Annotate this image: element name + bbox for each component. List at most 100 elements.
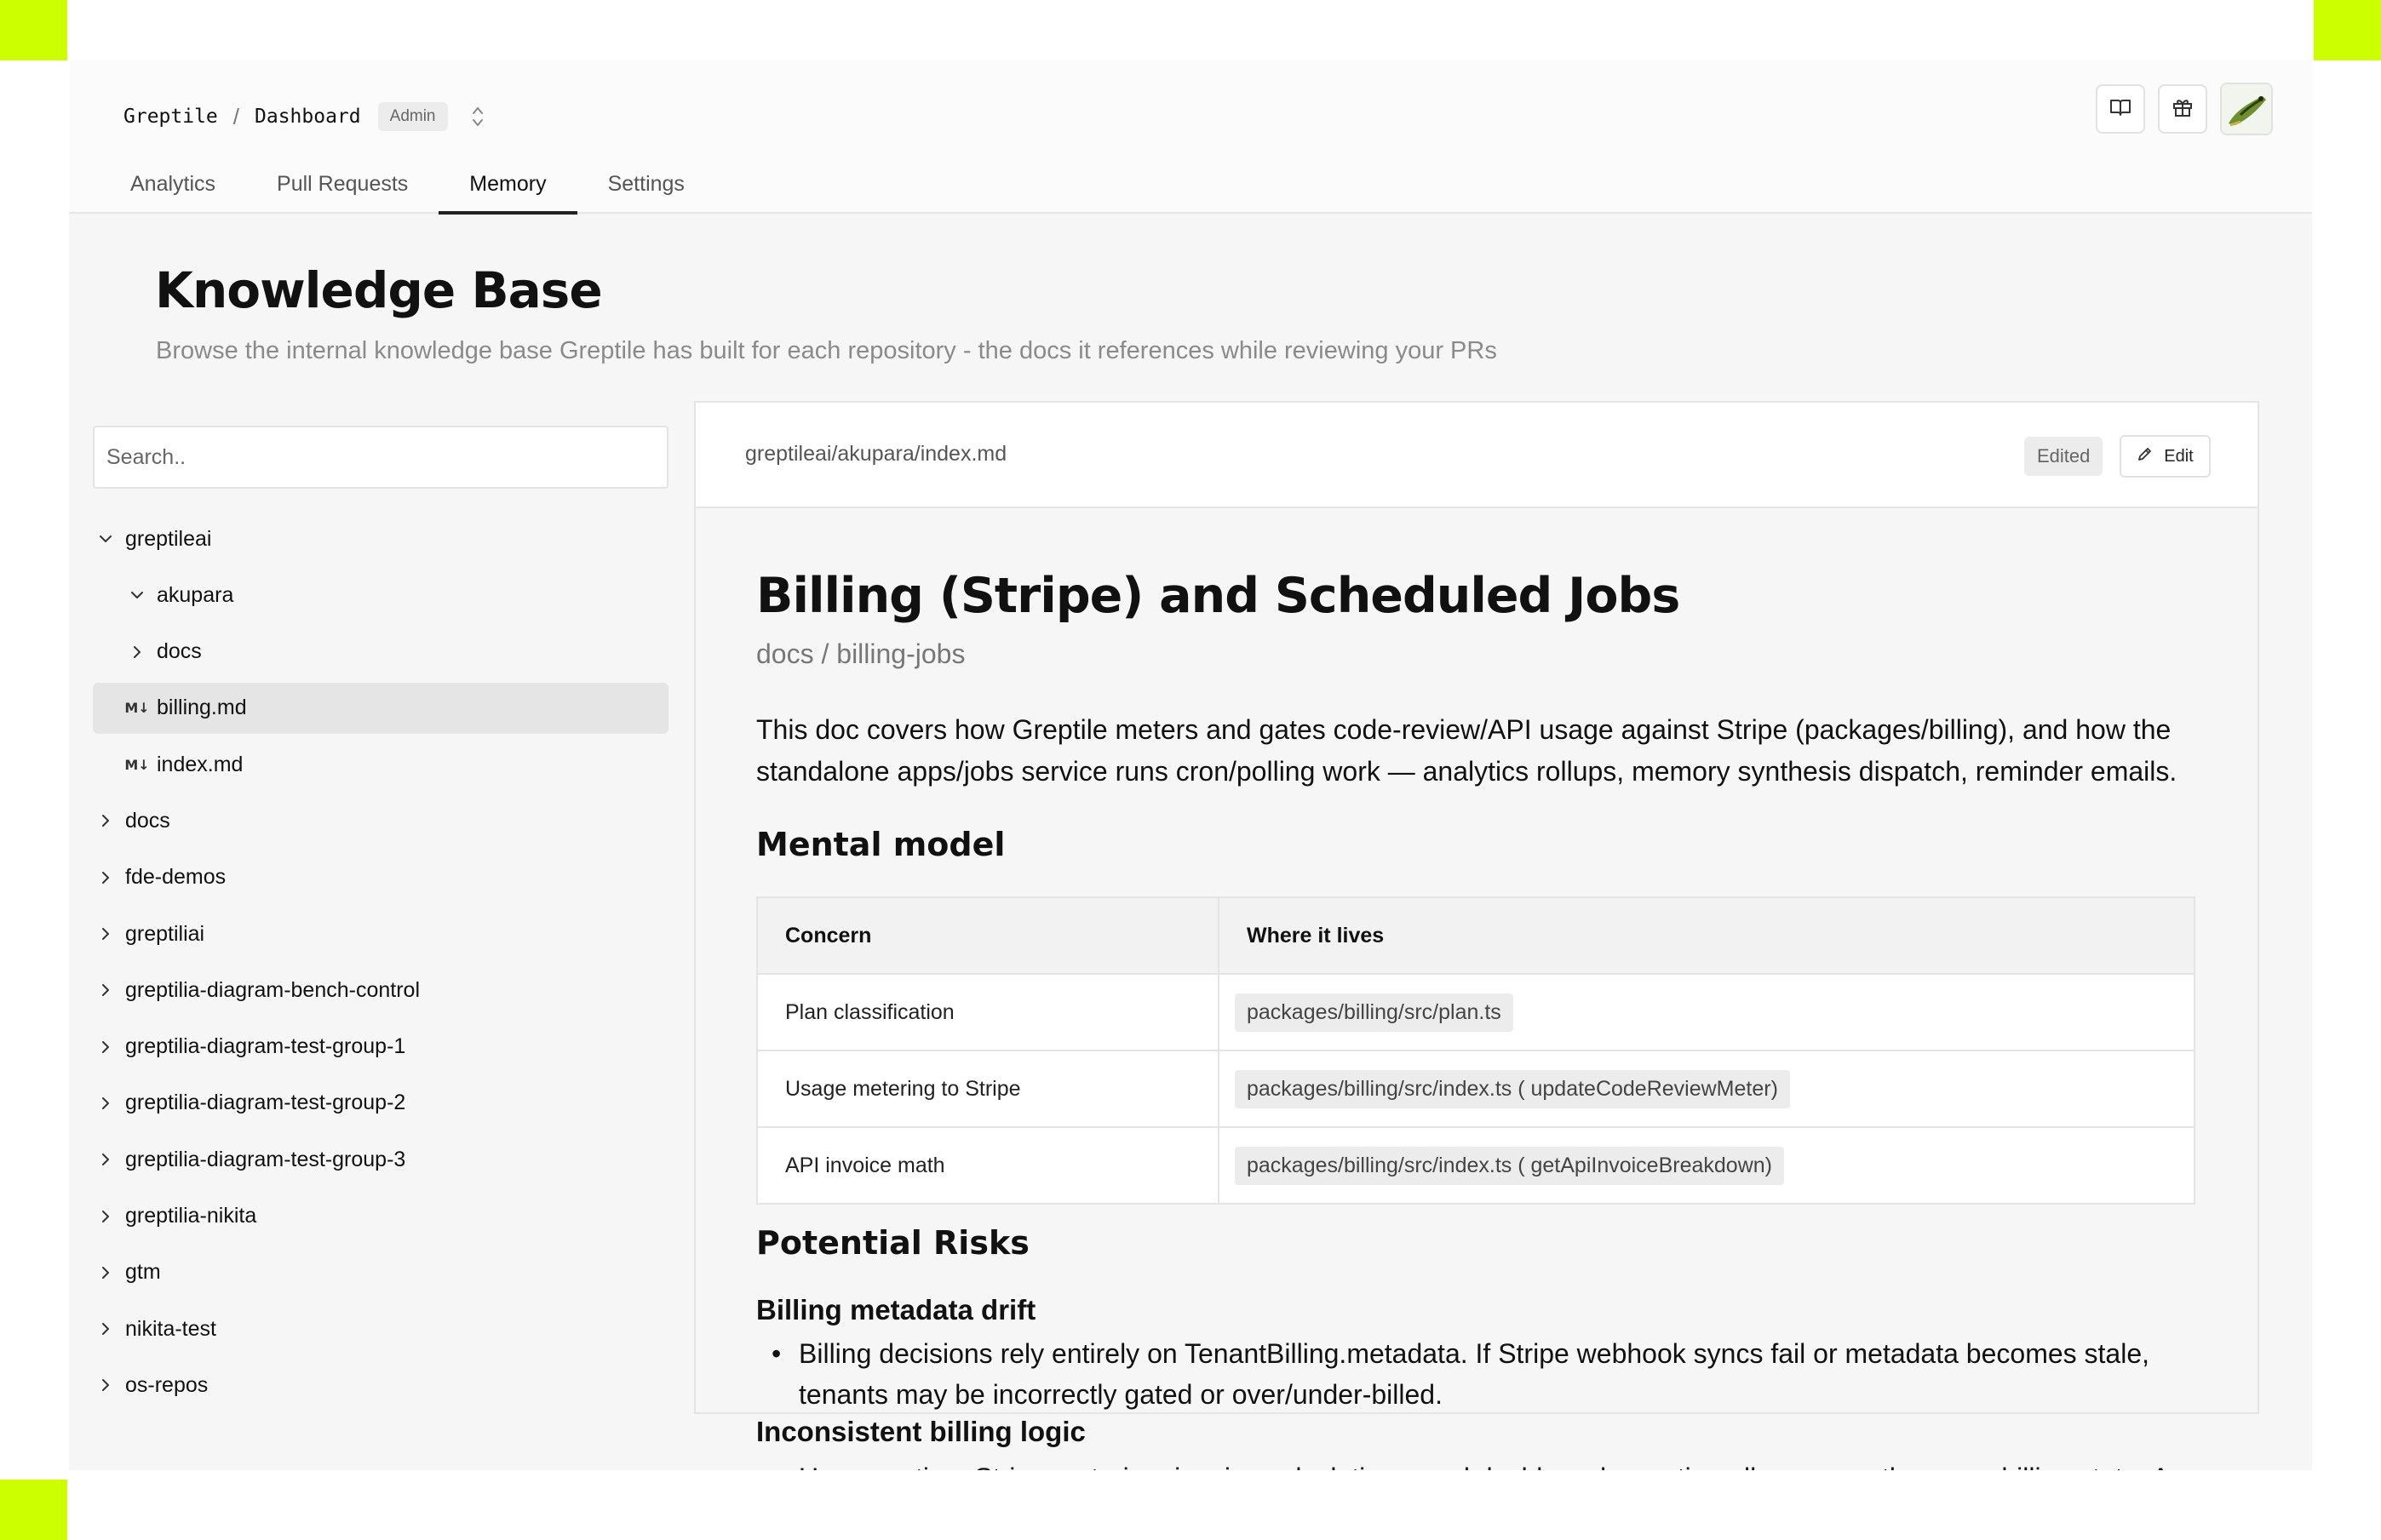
tree-folder-greptilia-diagram-test-group-1[interactable]: greptilia-diagram-test-group-1	[93, 1022, 668, 1073]
avatar[interactable]	[2220, 83, 2273, 135]
tree-folder-greptileai[interactable]: greptileai	[93, 513, 668, 564]
risk-title-metadata-drift: Billing metadata drift	[756, 1294, 1036, 1325]
table-cell-location: packages/billing/src/index.ts ( updateCo…	[1218, 1050, 2195, 1128]
chevron-right-icon	[93, 1316, 118, 1342]
workspace-switcher-icon[interactable]	[467, 100, 489, 134]
table-cell-concern: API invoice math	[756, 1126, 1219, 1205]
tree-file-billing-md[interactable]: M↓ billing.md	[93, 682, 668, 734]
chevron-right-icon	[93, 977, 118, 1003]
admin-badge: Admin	[377, 102, 448, 131]
tree-folder-docs[interactable]: docs	[93, 795, 668, 846]
tree-folder-greptilia-diagram-test-group-2[interactable]: greptilia-diagram-test-group-2	[93, 1078, 668, 1129]
mental-model-table: Concern Where it lives Plan classificati…	[756, 896, 2195, 1205]
risk-title-inconsistent-logic: Inconsistent billing logic	[756, 1416, 1086, 1447]
document-title: Billing (Stripe) and Scheduled Jobs	[756, 568, 1680, 624]
tree-file-index-md[interactable]: M↓ index.md	[93, 739, 668, 790]
gift-icon	[2171, 95, 2195, 123]
table-header-row: Concern Where it lives	[756, 896, 2195, 975]
table-row: Plan classification packages/billing/src…	[756, 973, 2195, 1051]
chevron-right-icon	[124, 639, 150, 665]
tree-folder-os-repos[interactable]: os-repos	[93, 1360, 668, 1411]
chevron-right-icon	[93, 865, 118, 890]
section-heading-mental-model: Mental model	[756, 826, 1006, 863]
tree-item-label: greptilia-diagram-test-group-1	[125, 1034, 406, 1059]
code-snippet: packages/billing/src/plan.ts	[1235, 993, 1513, 1032]
code-snippet: packages/billing/src/index.ts ( getApiIn…	[1235, 1146, 1784, 1185]
chevron-down-icon	[93, 526, 118, 552]
tree-item-label: akupara	[157, 582, 234, 607]
table-row: API invoice math packages/billing/src/in…	[756, 1126, 2195, 1205]
gift-button[interactable]	[2158, 84, 2207, 134]
tree-item-label: fde-demos	[125, 865, 227, 890]
edit-button[interactable]: Edit	[2120, 435, 2211, 478]
repo-sidebar: greptileai akupara docs M↓ billing.md M↓…	[69, 401, 694, 1470]
document-subtitle: docs / billing-jobs	[756, 638, 966, 669]
markdown-icon: M↓	[124, 700, 150, 717]
dashboard-link[interactable]: Dashboard	[255, 106, 361, 128]
chevron-right-icon	[93, 1260, 118, 1285]
tree-folder-greptilia-diagram-bench-control[interactable]: greptilia-diagram-bench-control	[93, 965, 668, 1016]
tree-folder-greptilia-diagram-test-group-3[interactable]: greptilia-diagram-test-group-3	[93, 1134, 668, 1185]
table-cell-location: packages/billing/src/index.ts ( getApiIn…	[1218, 1126, 2195, 1205]
chevron-right-icon	[93, 808, 118, 833]
edited-badge: Edited	[2024, 437, 2103, 476]
risk-bullet: Usage gating, Stripe metering, invoice c…	[772, 1457, 2195, 1470]
document-intro: This doc covers how Greptile meters and …	[756, 714, 2177, 787]
top-header: Greptile / Dashboard Admin Analytics Pul…	[69, 60, 2312, 215]
page-title: Knowledge Base	[155, 261, 603, 319]
chevron-right-icon	[93, 921, 118, 947]
table-header-concern: Concern	[756, 896, 1219, 975]
section-heading-potential-risks: Potential Risks	[756, 1224, 1030, 1262]
page-subtitle: Browse the internal knowledge base Grept…	[156, 337, 1497, 364]
tree-item-label: index.md	[157, 752, 244, 776]
tree-folder-fde-demos[interactable]: fde-demos	[93, 852, 668, 903]
tree-item-label: docs	[125, 808, 170, 833]
docs-button[interactable]	[2096, 84, 2145, 134]
chevron-right-icon	[93, 1091, 118, 1116]
chevron-right-icon	[93, 1204, 118, 1229]
document-body: Billing (Stripe) and Scheduled Jobs docs…	[756, 562, 2204, 1470]
tab-analytics[interactable]: Analytics	[100, 154, 246, 214]
tree-item-label: docs	[157, 639, 202, 664]
tree-folder-nikita-test[interactable]: nikita-test	[93, 1303, 668, 1354]
repo-tree: greptileai akupara docs M↓ billing.md M↓…	[93, 513, 668, 1417]
corner-marker-bottom-left	[0, 1480, 67, 1540]
chevron-right-icon	[93, 1147, 118, 1172]
table-cell-concern: Plan classification	[756, 973, 1219, 1051]
org-link[interactable]: Greptile	[123, 106, 218, 128]
tab-memory[interactable]: Memory	[439, 154, 577, 215]
tree-item-label: nikita-test	[125, 1316, 216, 1341]
table-row: Usage metering to Stripe packages/billin…	[756, 1050, 2195, 1128]
tab-pull-requests[interactable]: Pull Requests	[246, 154, 439, 214]
tab-settings[interactable]: Settings	[577, 154, 715, 214]
search-input[interactable]	[93, 426, 668, 489]
chevron-right-icon	[93, 1372, 118, 1398]
document-header: greptileai/akupara/index.md Edited Edit	[696, 403, 2258, 508]
corner-marker-top-right	[2314, 0, 2381, 60]
tree-item-label: gtm	[125, 1260, 161, 1285]
breadcrumb-separator: /	[232, 103, 240, 129]
tree-folder-greptilia-nikita[interactable]: greptilia-nikita	[93, 1191, 668, 1242]
tree-folder-akupara[interactable]: akupara	[93, 570, 668, 621]
tree-item-label: os-repos	[125, 1372, 209, 1397]
corner-marker-top-left	[0, 0, 67, 60]
table-cell-concern: Usage metering to Stripe	[756, 1050, 1219, 1128]
pencil-icon	[2137, 445, 2154, 467]
tree-folder-gtm[interactable]: gtm	[93, 1247, 668, 1298]
document-path: greptileai/akupara/index.md	[745, 442, 1007, 466]
main-tabs: Analytics Pull Requests Memory Settings	[100, 154, 715, 215]
breadcrumb: Greptile / Dashboard Admin	[123, 94, 489, 139]
code-snippet: packages/billing/src/index.ts ( updateCo…	[1235, 1069, 1790, 1108]
edit-button-label: Edit	[2164, 446, 2194, 466]
tree-item-label: greptilia-diagram-bench-control	[125, 977, 420, 1002]
tree-item-label: greptilia-nikita	[125, 1204, 257, 1228]
risk-bullet: Billing decisions rely entirely on Tenan…	[772, 1333, 2195, 1415]
book-icon	[2108, 95, 2132, 123]
markdown-icon: M↓	[124, 756, 150, 773]
tree-item-label: greptilia-diagram-test-group-3	[125, 1147, 406, 1171]
tree-item-label: billing.md	[157, 696, 247, 720]
tree-item-label: greptilia-diagram-test-group-2	[125, 1091, 406, 1115]
table-header-location: Where it lives	[1218, 896, 2195, 975]
tree-folder-greptiliai[interactable]: greptiliai	[93, 908, 668, 959]
tree-folder-docs[interactable]: docs	[93, 627, 668, 678]
